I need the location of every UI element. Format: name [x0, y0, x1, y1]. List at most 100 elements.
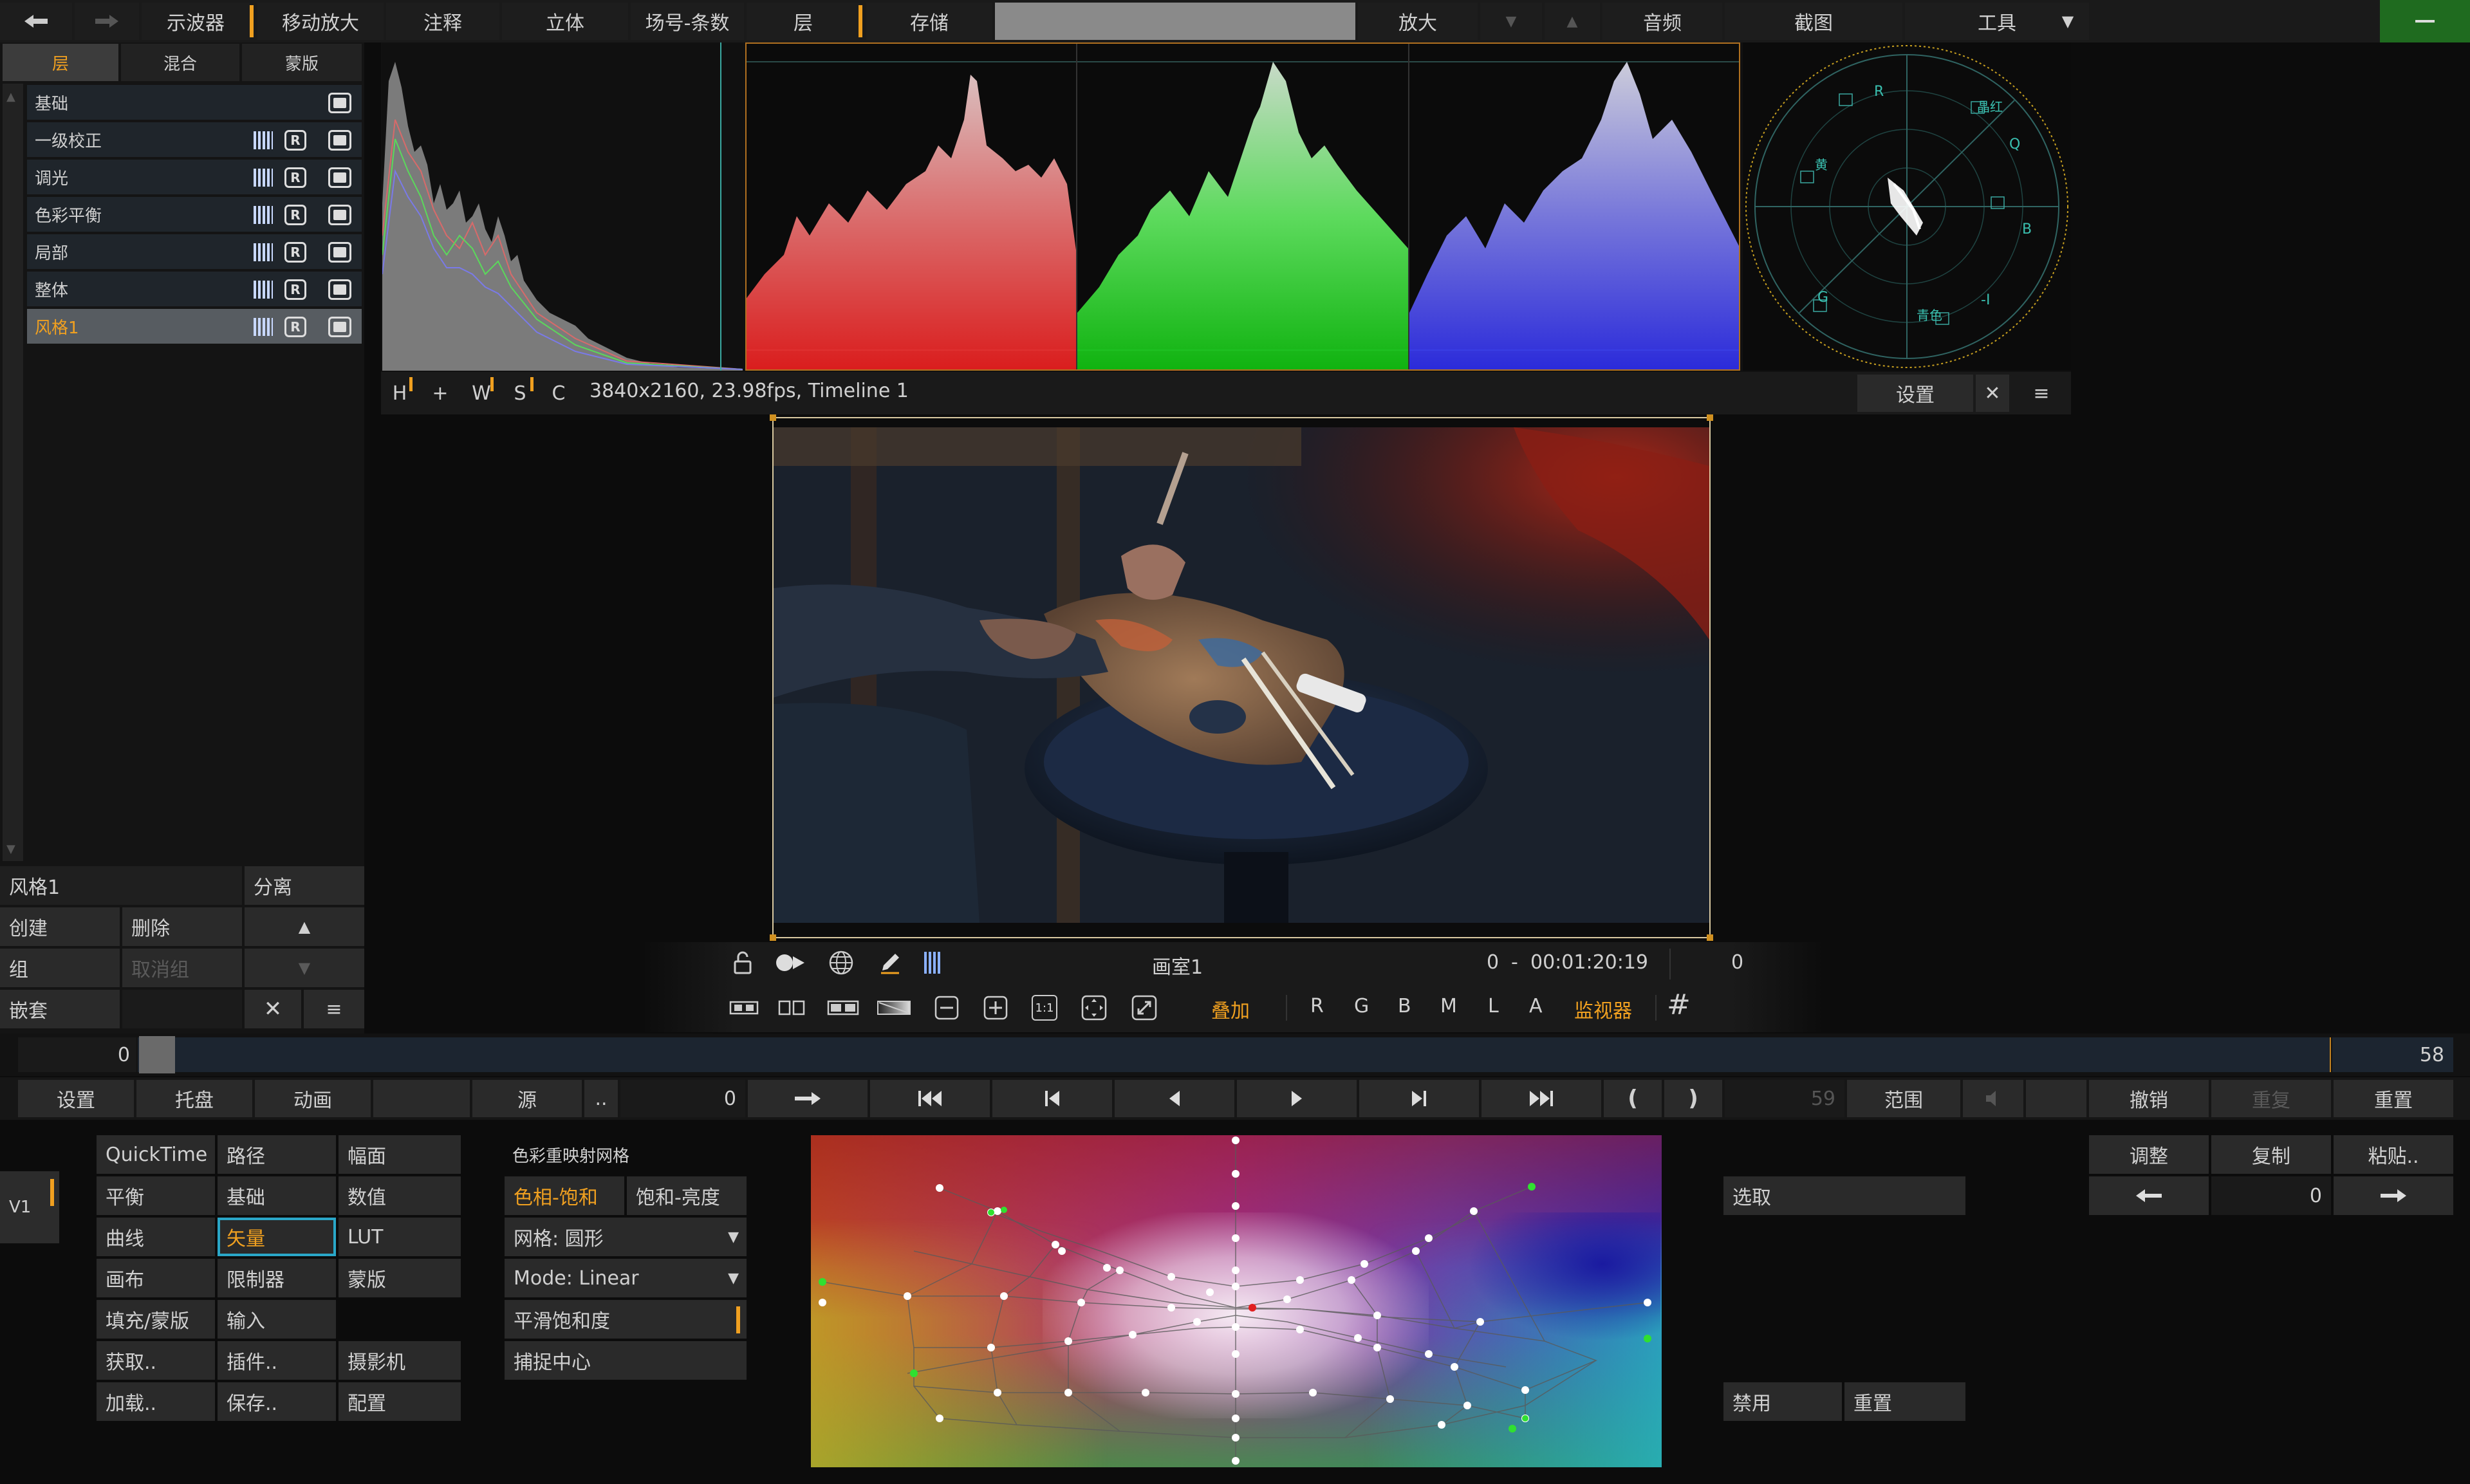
copy-prev-button[interactable] — [2089, 1176, 2209, 1215]
channel-r[interactable]: R — [1310, 995, 1324, 1017]
layer-reset-toggle[interactable]: R — [284, 278, 306, 301]
layer-row-basic[interactable]: 基础 — [27, 85, 362, 121]
adjust-button[interactable]: 调整 — [2089, 1135, 2209, 1174]
select-button[interactable]: 选取 — [1723, 1176, 1965, 1215]
redo-button[interactable]: 重复 — [2211, 1080, 2331, 1117]
move-up-button[interactable]: ▲ — [245, 907, 364, 946]
frame-handle-br[interactable] — [1707, 934, 1713, 941]
top-zoom[interactable]: 放大 — [1358, 3, 1478, 40]
smooth-saturation-toggle[interactable]: 平滑饱和度 — [505, 1300, 747, 1339]
channel-l[interactable]: L — [1488, 995, 1499, 1017]
forward-arrow-button[interactable] — [75, 3, 139, 40]
grid-select[interactable]: 网格: 圆形 ▼ — [505, 1218, 747, 1256]
menu-quicktime[interactable]: QuickTime — [97, 1135, 215, 1174]
menu-plugins[interactable]: 插件.. — [218, 1341, 336, 1380]
record-button[interactable] — [772, 947, 808, 978]
scope-settings-button[interactable]: 设置 — [1857, 375, 1973, 412]
group-button[interactable]: 组 — [0, 949, 120, 987]
mode-select[interactable]: Mode: Linear ▼ — [505, 1259, 747, 1297]
layer-bars-toggle[interactable] — [254, 241, 273, 264]
layer-visible-toggle[interactable] — [328, 241, 351, 264]
ungroup-button[interactable]: 取消组 — [122, 949, 242, 987]
channel-m[interactable]: M — [1440, 995, 1457, 1017]
copy-next-button[interactable] — [2334, 1176, 2453, 1215]
layer-scrollbar[interactable]: ▲ ▼ — [3, 84, 23, 861]
copy-value-field[interactable]: 0 — [2211, 1176, 2331, 1215]
layer-visible-toggle[interactable] — [328, 315, 351, 339]
scope-close-button[interactable]: ✕ — [1976, 375, 2009, 412]
wipe-button[interactable] — [825, 992, 861, 1023]
scope-w-button[interactable]: W — [463, 375, 499, 412]
menu-numeric[interactable]: 数值 — [339, 1176, 461, 1215]
zoom-1to1-button[interactable]: 1:1 — [1028, 992, 1061, 1023]
tab-layers[interactable]: 层 — [3, 44, 118, 81]
layer-visible-toggle[interactable] — [328, 203, 351, 227]
go-end-button[interactable] — [1481, 1080, 1601, 1117]
layer-reset-toggle[interactable]: R — [284, 315, 306, 339]
overlay-toggle[interactable]: 叠加 — [1211, 995, 1250, 1023]
channel-b[interactable]: B — [1398, 995, 1411, 1017]
scope-c-button[interactable]: C — [541, 375, 577, 412]
copy-button[interactable]: 复制 — [2211, 1135, 2331, 1174]
menu-path[interactable]: 路径 — [218, 1135, 336, 1174]
globe-button[interactable] — [825, 947, 857, 978]
top-stereo[interactable]: 立体 — [502, 3, 628, 40]
source-more-button[interactable]: .. — [584, 1080, 618, 1117]
layer-reset-toggle[interactable]: R — [284, 241, 306, 264]
frame-field[interactable]: 0 — [620, 1080, 745, 1117]
menu-balance[interactable]: 平衡 — [97, 1176, 215, 1215]
layer-bars-toggle[interactable] — [254, 315, 273, 339]
frame-handle-tl[interactable] — [770, 414, 776, 421]
layer-reset-toggle[interactable]: R — [284, 166, 306, 189]
top-annotate[interactable]: 注释 — [386, 3, 499, 40]
paste-button[interactable]: 粘贴.. — [2334, 1135, 2453, 1174]
top-up-button[interactable]: ▲ — [1545, 3, 1600, 40]
move-down-button[interactable]: ▼ — [245, 949, 364, 987]
layer-bars-toggle[interactable] — [254, 129, 273, 152]
play-button[interactable] — [1237, 1080, 1357, 1117]
film-strip-button[interactable] — [727, 992, 761, 1023]
goto-button[interactable] — [748, 1080, 868, 1117]
mark-out-button[interactable]: ) — [1664, 1080, 1722, 1117]
delete-button[interactable]: 删除 — [122, 907, 242, 946]
pencil-button[interactable] — [874, 947, 906, 978]
layer-reset-toggle[interactable]: R — [284, 203, 306, 227]
top-store[interactable]: 存储 — [866, 3, 992, 40]
nest-button[interactable]: 嵌套 — [0, 990, 120, 1028]
menu-mask[interactable]: 蒙版 — [339, 1259, 461, 1297]
menu-vector[interactable]: 矢量 — [218, 1218, 336, 1256]
scope-menu-button[interactable]: ≡ — [2012, 375, 2071, 412]
prev-keyframe-button[interactable] — [992, 1080, 1112, 1117]
top-scopes[interactable]: 示波器 — [142, 3, 250, 40]
scope-plus-button[interactable]: + — [420, 375, 461, 412]
mesh-reset-button[interactable]: 重置 — [1844, 1382, 1965, 1421]
zoom-out-button[interactable] — [931, 992, 963, 1023]
layer-row-style1[interactable]: 风格1 R — [27, 309, 362, 345]
source-button[interactable]: 源 — [472, 1080, 582, 1117]
top-scene-take[interactable]: 场号-条数 — [631, 3, 744, 40]
timeline-track[interactable] — [138, 1037, 2330, 1072]
menu-input[interactable]: 输入 — [218, 1300, 336, 1339]
layer-row-primary[interactable]: 一级校正 R — [27, 122, 362, 158]
tab-sat-lum[interactable]: 饱和-亮度 — [627, 1176, 747, 1215]
timeline-playhead[interactable] — [139, 1036, 175, 1073]
separate-button[interactable]: 分离 — [245, 866, 364, 905]
speaker-button[interactable] — [1963, 1080, 2023, 1117]
zoom-in-button[interactable] — [980, 992, 1012, 1023]
menu-save[interactable]: 保存.. — [218, 1382, 336, 1421]
go-start-button[interactable] — [870, 1080, 990, 1117]
top-audio[interactable]: 音频 — [1602, 3, 1722, 40]
layer-reset-toggle[interactable]: R — [284, 129, 306, 152]
layer-visible-toggle[interactable] — [328, 166, 351, 189]
tab-mask[interactable]: 蒙版 — [242, 44, 362, 81]
layer-row-local[interactable]: 局部 R — [27, 234, 362, 270]
menu-lut[interactable]: LUT — [339, 1218, 461, 1256]
layer-bars-toggle[interactable] — [254, 203, 273, 227]
minimize-button[interactable] — [2380, 0, 2470, 42]
layer-bars-toggle[interactable] — [254, 278, 273, 301]
reset-button[interactable]: 重置 — [2334, 1080, 2453, 1117]
menu-fetch[interactable]: 获取.. — [97, 1341, 215, 1380]
fullscreen-button[interactable] — [1128, 992, 1161, 1023]
menu-config[interactable]: 配置 — [339, 1382, 461, 1421]
menu-load[interactable]: 加载.. — [97, 1382, 215, 1421]
